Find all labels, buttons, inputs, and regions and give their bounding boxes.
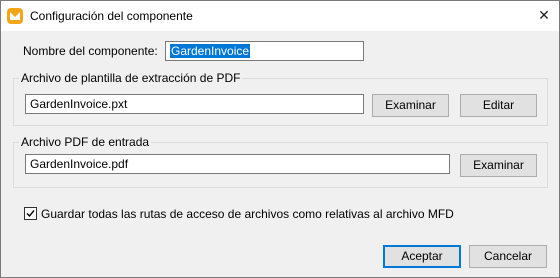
component-name-label: Nombre del componente: [23, 44, 158, 58]
template-path-value: GardenInvoice.pxt [30, 97, 128, 111]
relative-paths-checkbox[interactable] [24, 207, 37, 220]
input-pdf-path-value: GardenInvoice.pdf [30, 157, 129, 171]
template-edit-button[interactable]: Editar [460, 94, 537, 117]
title-bar: Configuración del componente ✕ [1, 1, 559, 31]
input-pdf-path-input[interactable]: GardenInvoice.pdf [25, 154, 450, 174]
input-pdf-browse-button[interactable]: Examinar [460, 154, 537, 177]
relative-paths-label[interactable]: Guardar todas las rutas de acceso de arc… [41, 207, 454, 221]
input-group-title: Archivo PDF de entrada [19, 135, 152, 149]
template-group-title: Archivo de plantilla de extracción de PD… [19, 71, 243, 85]
template-path-input[interactable]: GardenInvoice.pxt [25, 94, 364, 114]
dialog-window: Configuración del componente ✕ Nombre de… [0, 0, 560, 278]
window-title: Configuración del componente [30, 9, 193, 23]
template-browse-button[interactable]: Examinar [372, 94, 449, 117]
app-logo-icon [7, 8, 23, 24]
accept-button[interactable]: Aceptar [383, 245, 461, 268]
checkmark-icon [26, 210, 35, 218]
component-name-value: GardenInvoice [170, 44, 251, 58]
close-icon[interactable]: ✕ [533, 5, 555, 25]
cancel-button[interactable]: Cancelar [469, 245, 547, 268]
component-name-input[interactable]: GardenInvoice [165, 41, 364, 61]
